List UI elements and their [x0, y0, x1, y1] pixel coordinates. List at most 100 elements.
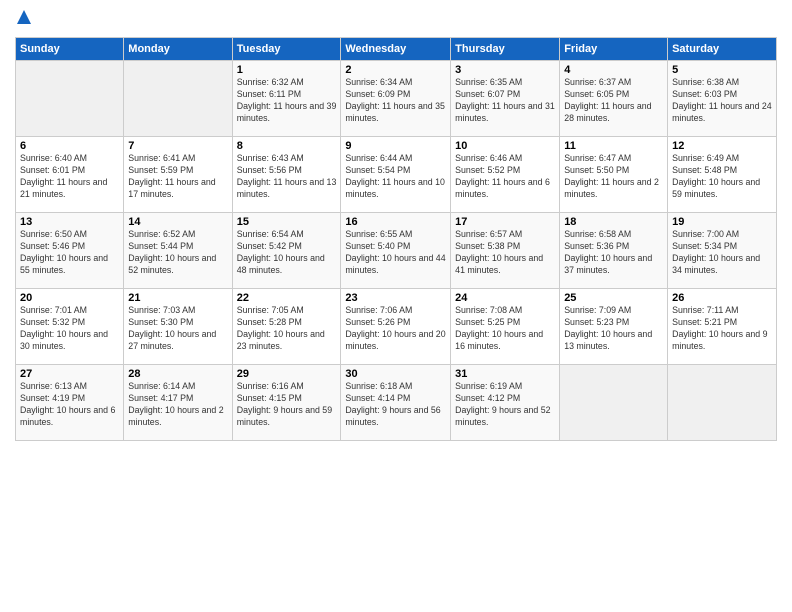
calendar-cell: 13Sunrise: 6:50 AMSunset: 5:46 PMDayligh… — [16, 213, 124, 289]
calendar-cell — [560, 365, 668, 441]
day-number: 28 — [128, 368, 227, 380]
calendar-cell: 25Sunrise: 7:09 AMSunset: 5:23 PMDayligh… — [560, 289, 668, 365]
weekday-header-saturday: Saturday — [668, 38, 777, 61]
day-info: Sunrise: 6:46 AMSunset: 5:52 PMDaylight:… — [455, 153, 555, 201]
day-number: 12 — [672, 140, 772, 152]
weekday-header-tuesday: Tuesday — [232, 38, 341, 61]
day-info: Sunrise: 6:44 AMSunset: 5:54 PMDaylight:… — [345, 153, 446, 201]
day-number: 29 — [237, 368, 337, 380]
day-number: 6 — [20, 140, 119, 152]
day-number: 27 — [20, 368, 119, 380]
calendar-cell: 21Sunrise: 7:03 AMSunset: 5:30 PMDayligh… — [124, 289, 232, 365]
calendar-cell: 19Sunrise: 7:00 AMSunset: 5:34 PMDayligh… — [668, 213, 777, 289]
calendar-cell — [124, 61, 232, 137]
calendar-cell: 14Sunrise: 6:52 AMSunset: 5:44 PMDayligh… — [124, 213, 232, 289]
calendar-week-2: 6Sunrise: 6:40 AMSunset: 6:01 PMDaylight… — [16, 137, 777, 213]
day-number: 26 — [672, 292, 772, 304]
day-number: 4 — [564, 64, 663, 76]
day-info: Sunrise: 6:40 AMSunset: 6:01 PMDaylight:… — [20, 153, 119, 201]
calendar-cell: 15Sunrise: 6:54 AMSunset: 5:42 PMDayligh… — [232, 213, 341, 289]
day-info: Sunrise: 6:13 AMSunset: 4:19 PMDaylight:… — [20, 381, 119, 429]
day-number: 7 — [128, 140, 227, 152]
day-number: 1 — [237, 64, 337, 76]
day-number: 25 — [564, 292, 663, 304]
day-info: Sunrise: 7:09 AMSunset: 5:23 PMDaylight:… — [564, 305, 663, 353]
main-container: SundayMondayTuesdayWednesdayThursdayFrid… — [0, 0, 792, 446]
calendar-table: SundayMondayTuesdayWednesdayThursdayFrid… — [15, 37, 777, 441]
calendar-week-4: 20Sunrise: 7:01 AMSunset: 5:32 PMDayligh… — [16, 289, 777, 365]
calendar-cell — [668, 365, 777, 441]
day-number: 22 — [237, 292, 337, 304]
calendar-cell: 17Sunrise: 6:57 AMSunset: 5:38 PMDayligh… — [451, 213, 560, 289]
calendar-cell: 3Sunrise: 6:35 AMSunset: 6:07 PMDaylight… — [451, 61, 560, 137]
day-info: Sunrise: 6:54 AMSunset: 5:42 PMDaylight:… — [237, 229, 337, 277]
calendar-cell: 10Sunrise: 6:46 AMSunset: 5:52 PMDayligh… — [451, 137, 560, 213]
calendar-week-3: 13Sunrise: 6:50 AMSunset: 5:46 PMDayligh… — [16, 213, 777, 289]
calendar-cell: 28Sunrise: 6:14 AMSunset: 4:17 PMDayligh… — [124, 365, 232, 441]
day-number: 17 — [455, 216, 555, 228]
calendar-cell: 18Sunrise: 6:58 AMSunset: 5:36 PMDayligh… — [560, 213, 668, 289]
calendar-cell: 27Sunrise: 6:13 AMSunset: 4:19 PMDayligh… — [16, 365, 124, 441]
day-info: Sunrise: 6:37 AMSunset: 6:05 PMDaylight:… — [564, 77, 663, 125]
day-info: Sunrise: 6:57 AMSunset: 5:38 PMDaylight:… — [455, 229, 555, 277]
day-info: Sunrise: 6:58 AMSunset: 5:36 PMDaylight:… — [564, 229, 663, 277]
day-info: Sunrise: 7:01 AMSunset: 5:32 PMDaylight:… — [20, 305, 119, 353]
day-number: 14 — [128, 216, 227, 228]
calendar-cell: 23Sunrise: 7:06 AMSunset: 5:26 PMDayligh… — [341, 289, 451, 365]
calendar-week-5: 27Sunrise: 6:13 AMSunset: 4:19 PMDayligh… — [16, 365, 777, 441]
day-info: Sunrise: 6:32 AMSunset: 6:11 PMDaylight:… — [237, 77, 337, 125]
calendar-cell: 6Sunrise: 6:40 AMSunset: 6:01 PMDaylight… — [16, 137, 124, 213]
calendar-cell: 16Sunrise: 6:55 AMSunset: 5:40 PMDayligh… — [341, 213, 451, 289]
day-info: Sunrise: 7:11 AMSunset: 5:21 PMDaylight:… — [672, 305, 772, 353]
weekday-header-sunday: Sunday — [16, 38, 124, 61]
header-row: SundayMondayTuesdayWednesdayThursdayFrid… — [16, 38, 777, 61]
header — [15, 10, 777, 29]
calendar-cell: 22Sunrise: 7:05 AMSunset: 5:28 PMDayligh… — [232, 289, 341, 365]
day-info: Sunrise: 6:47 AMSunset: 5:50 PMDaylight:… — [564, 153, 663, 201]
calendar-cell: 11Sunrise: 6:47 AMSunset: 5:50 PMDayligh… — [560, 137, 668, 213]
calendar-cell — [16, 61, 124, 137]
day-number: 23 — [345, 292, 446, 304]
calendar-cell: 12Sunrise: 6:49 AMSunset: 5:48 PMDayligh… — [668, 137, 777, 213]
calendar-cell: 20Sunrise: 7:01 AMSunset: 5:32 PMDayligh… — [16, 289, 124, 365]
day-number: 5 — [672, 64, 772, 76]
calendar-cell: 9Sunrise: 6:44 AMSunset: 5:54 PMDaylight… — [341, 137, 451, 213]
day-info: Sunrise: 7:03 AMSunset: 5:30 PMDaylight:… — [128, 305, 227, 353]
calendar-cell: 1Sunrise: 6:32 AMSunset: 6:11 PMDaylight… — [232, 61, 341, 137]
calendar-cell: 31Sunrise: 6:19 AMSunset: 4:12 PMDayligh… — [451, 365, 560, 441]
day-info: Sunrise: 6:49 AMSunset: 5:48 PMDaylight:… — [672, 153, 772, 201]
day-info: Sunrise: 6:16 AMSunset: 4:15 PMDaylight:… — [237, 381, 337, 429]
day-number: 11 — [564, 140, 663, 152]
day-info: Sunrise: 6:41 AMSunset: 5:59 PMDaylight:… — [128, 153, 227, 201]
day-number: 9 — [345, 140, 446, 152]
calendar-cell: 4Sunrise: 6:37 AMSunset: 6:05 PMDaylight… — [560, 61, 668, 137]
weekday-header-wednesday: Wednesday — [341, 38, 451, 61]
day-number: 21 — [128, 292, 227, 304]
calendar-cell: 24Sunrise: 7:08 AMSunset: 5:25 PMDayligh… — [451, 289, 560, 365]
day-info: Sunrise: 6:34 AMSunset: 6:09 PMDaylight:… — [345, 77, 446, 125]
logo-icon — [17, 10, 31, 24]
logo — [15, 10, 31, 29]
day-info: Sunrise: 6:55 AMSunset: 5:40 PMDaylight:… — [345, 229, 446, 277]
day-number: 30 — [345, 368, 446, 380]
day-number: 10 — [455, 140, 555, 152]
day-number: 19 — [672, 216, 772, 228]
calendar-cell: 7Sunrise: 6:41 AMSunset: 5:59 PMDaylight… — [124, 137, 232, 213]
day-number: 24 — [455, 292, 555, 304]
day-number: 3 — [455, 64, 555, 76]
weekday-header-friday: Friday — [560, 38, 668, 61]
day-info: Sunrise: 6:35 AMSunset: 6:07 PMDaylight:… — [455, 77, 555, 125]
day-number: 2 — [345, 64, 446, 76]
day-number: 16 — [345, 216, 446, 228]
calendar-cell: 26Sunrise: 7:11 AMSunset: 5:21 PMDayligh… — [668, 289, 777, 365]
calendar-week-1: 1Sunrise: 6:32 AMSunset: 6:11 PMDaylight… — [16, 61, 777, 137]
day-info: Sunrise: 6:38 AMSunset: 6:03 PMDaylight:… — [672, 77, 772, 125]
calendar-cell: 8Sunrise: 6:43 AMSunset: 5:56 PMDaylight… — [232, 137, 341, 213]
day-info: Sunrise: 6:43 AMSunset: 5:56 PMDaylight:… — [237, 153, 337, 201]
calendar-cell: 2Sunrise: 6:34 AMSunset: 6:09 PMDaylight… — [341, 61, 451, 137]
day-info: Sunrise: 7:08 AMSunset: 5:25 PMDaylight:… — [455, 305, 555, 353]
calendar-cell: 5Sunrise: 6:38 AMSunset: 6:03 PMDaylight… — [668, 61, 777, 137]
day-info: Sunrise: 6:50 AMSunset: 5:46 PMDaylight:… — [20, 229, 119, 277]
day-info: Sunrise: 7:00 AMSunset: 5:34 PMDaylight:… — [672, 229, 772, 277]
weekday-header-thursday: Thursday — [451, 38, 560, 61]
